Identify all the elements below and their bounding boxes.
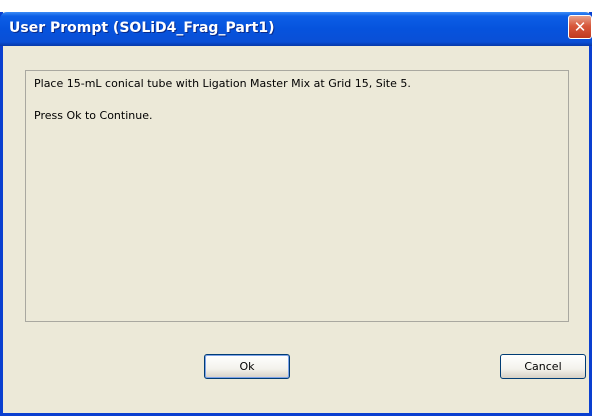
message-line-continue: Press Ok to Continue. <box>34 109 153 122</box>
message-line-instruction: Place 15-mL conical tube with Ligation M… <box>34 77 411 90</box>
ok-button[interactable]: Ok <box>204 354 290 379</box>
user-prompt-dialog: User Prompt (SOLiD4_Frag_Part1) ✕ Place … <box>0 12 592 416</box>
cancel-button[interactable]: Cancel <box>500 354 586 379</box>
close-button[interactable]: ✕ <box>568 15 592 39</box>
message-panel: Place 15-mL conical tube with Ligation M… <box>25 70 569 322</box>
title-bar[interactable]: User Prompt (SOLiD4_Frag_Part1) ✕ <box>0 12 592 46</box>
close-icon: ✕ <box>573 17 587 36</box>
window-title: User Prompt (SOLiD4_Frag_Part1) <box>9 20 275 36</box>
